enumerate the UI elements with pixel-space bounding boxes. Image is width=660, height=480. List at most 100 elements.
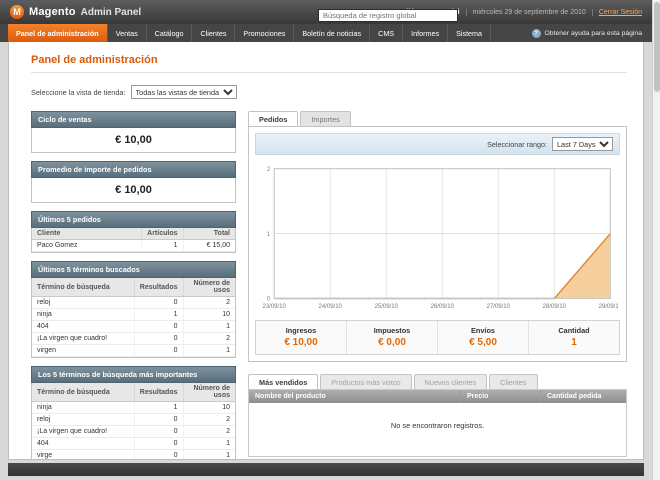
scrollbar[interactable] (652, 0, 660, 480)
column-header: Número de usos (183, 383, 235, 402)
help-icon: ? (531, 28, 541, 38)
svg-text:23/09/10: 23/09/10 (263, 304, 287, 310)
column-header: Total (183, 228, 235, 240)
svg-text:25/09/10: 25/09/10 (375, 304, 399, 310)
average-orders-box: Promedio de importe de pedidos € 10,00 (31, 161, 236, 203)
top-search-table: Término de búsqueda Resultados Número de… (32, 383, 235, 459)
order-customer: Paco Gomez (32, 239, 142, 252)
svg-text:24/09/10: 24/09/10 (319, 304, 343, 310)
average-orders-title: Promedio de importe de pedidos (31, 161, 236, 178)
search-term-row[interactable]: virgen 0 1 (32, 344, 235, 357)
store-view-select[interactable]: Todas las vistas de tienda (130, 85, 237, 99)
range-label: Seleccionar rango: (487, 139, 547, 149)
stat-ingresos: Ingresos € 10,00 (256, 320, 347, 354)
column-header: Precio (460, 389, 540, 403)
nav-item-sistema[interactable]: Sistema (448, 24, 492, 42)
column-header: Término de búsqueda (32, 278, 135, 297)
nav-item-clientes[interactable]: Clientes (192, 24, 236, 42)
page-help-label: Obtener ayuda para esta página (544, 29, 643, 37)
column-header: Número de usos (183, 278, 235, 297)
tab-importes[interactable]: Importes (300, 111, 351, 126)
chart-tabs: Pedidos Importes (248, 111, 627, 126)
page-help-link[interactable]: ? Obtener ayuda para esta página (531, 24, 653, 42)
nav-item-catalogo[interactable]: Catálogo (147, 24, 193, 42)
svg-text:26/09/10: 26/09/10 (431, 304, 455, 310)
stat-envios: Envíos € 5,00 (438, 320, 529, 354)
column-header: Resultados (134, 278, 184, 297)
column-header: Nombre del producto (255, 392, 326, 400)
svg-text:27/09/10: 27/09/10 (487, 304, 511, 310)
nav-item-informes[interactable]: Informes (403, 24, 449, 42)
search-term-row[interactable]: 404 0 1 (32, 320, 235, 333)
tab-mas-vendidos[interactable]: Más vendidos (248, 373, 319, 389)
average-orders-value: € 10,00 (115, 184, 152, 196)
range-bar: Seleccionar rango: Last 7 Days (255, 133, 620, 155)
lifetime-sales-title: Ciclo de ventas (31, 111, 236, 128)
range-select[interactable]: Last 7 Days (552, 137, 613, 151)
main-nav: Panel de administración Ventas Catálogo … (0, 24, 652, 42)
svg-text:2: 2 (267, 166, 271, 173)
nav-item-boletin[interactable]: Boletín de noticias (294, 24, 371, 42)
tab-clientes[interactable]: Clientes (489, 373, 538, 389)
top-search-box: Los 5 términos de búsqueda más important… (31, 366, 236, 459)
magento-admin-dashboard: M Magento Admin Panel Accedió como apari… (0, 0, 660, 480)
lifetime-sales-box: Ciclo de ventas € 10,00 (31, 111, 236, 153)
svg-text:0: 0 (267, 296, 271, 303)
last-orders-title: Últimos 5 pedidos (31, 211, 236, 228)
products-grid: Nombre del producto Precio Cantidad pedi… (248, 388, 627, 457)
global-search-input[interactable] (318, 9, 458, 22)
tab-pedidos[interactable]: Pedidos (248, 111, 299, 126)
products-grid-header: Nombre del producto Precio Cantidad pedi… (249, 389, 626, 403)
page-title: Panel de administración (31, 50, 627, 73)
svg-text:28/09/10: 28/09/10 (543, 304, 567, 310)
store-view-switcher: Seleccione la vista de tienda: Todas las… (31, 85, 627, 99)
nav-item-cms[interactable]: CMS (370, 24, 404, 42)
search-term-row[interactable]: ¡La virgen que cuadro! 0 2 (32, 332, 235, 345)
products-section: Más vendidos Productos más vistos Nuevos… (248, 373, 627, 457)
tab-mas-vistos[interactable]: Productos más vistos (320, 373, 412, 389)
svg-text:29/09/10: 29/09/10 (599, 304, 618, 310)
products-tabs: Más vendidos Productos más vistos Nuevos… (248, 373, 627, 389)
order-row[interactable]: Paco Gomez 1 € 15,00 (32, 239, 235, 252)
svg-text:1: 1 (267, 231, 271, 238)
nav-item-promociones[interactable]: Promociones (235, 24, 295, 42)
nav-item-ventas[interactable]: Ventas (108, 24, 147, 42)
totals-row: Ingresos € 10,00 Impuestos € 0,00 Envíos… (255, 319, 620, 355)
order-total: € 15,00 (183, 239, 235, 252)
left-column: Ciclo de ventas € 10,00 Promedio de impo… (31, 111, 236, 459)
last-orders-table: Cliente Artículos Total Paco Gomez 1 € 1… (32, 228, 235, 252)
stat-impuestos: Impuestos € 0,00 (347, 320, 438, 354)
global-search (318, 5, 458, 23)
search-term-row[interactable]: reloj 0 2 (32, 413, 235, 426)
top-search-title: Los 5 términos de búsqueda más important… (31, 366, 236, 383)
search-term-row[interactable]: ¡La virgen que cuadro! 0 2 (32, 425, 235, 438)
last-search-title: Últimos 5 términos buscados (31, 261, 236, 278)
orders-panel: Seleccionar rango: Last 7 Days 0 1 2 23/09/… (248, 126, 627, 362)
search-term-row[interactable]: reloj 0 2 (32, 296, 235, 309)
order-items: 1 (141, 239, 184, 252)
nav-item-dashboard[interactable]: Panel de administración (8, 24, 108, 42)
column-header: Resultados (134, 383, 184, 402)
last-search-box: Últimos 5 términos buscados Término de b… (31, 261, 236, 358)
header-bar: M Magento Admin Panel Accedió como apari… (0, 0, 652, 24)
scrollbar-thumb[interactable] (654, 2, 660, 92)
logout-link[interactable]: Cerrar Sesión (591, 8, 642, 16)
stat-cantidad: Cantidad 1 (558, 325, 590, 348)
search-term-row[interactable]: ninja 1 10 (32, 308, 235, 321)
column-header: Cliente (32, 228, 142, 240)
orders-chart: 0 1 2 23/09/10 24/09/10 25/09/10 26/09/10 27/09… (263, 166, 618, 310)
search-term-row[interactable]: 404 0 1 (32, 437, 235, 450)
right-column: Pedidos Importes Seleccionar rango: Last… (248, 111, 627, 457)
tab-nuevos-clientes[interactable]: Nuevos clientes (413, 373, 488, 389)
store-view-label: Seleccione la vista de tienda: (31, 87, 126, 97)
magento-logo: M Magento Admin Panel (10, 5, 141, 19)
content-area: Panel de administración Seleccione la vi… (8, 42, 644, 460)
current-date: miércoles 29 de septiembre de 2010 (465, 8, 592, 16)
logo-subtitle: Admin Panel (80, 6, 142, 18)
search-term-row[interactable]: virge 0 1 (32, 449, 235, 459)
footer-bar (8, 463, 644, 476)
logo-text: Magento (29, 6, 76, 18)
lifetime-sales-value: € 10,00 (115, 134, 152, 146)
search-term-row[interactable]: ninja 1 10 (32, 401, 235, 414)
last-orders-box: Últimos 5 pedidos Cliente Artículos Tota… (31, 211, 236, 253)
